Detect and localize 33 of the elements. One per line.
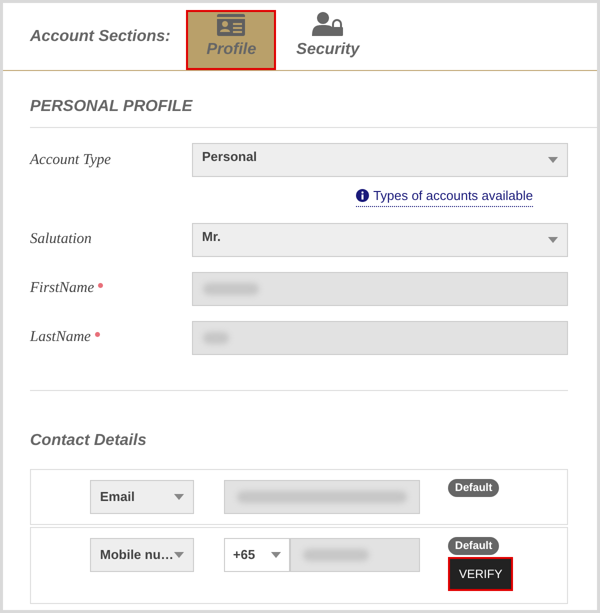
sections-label: Account Sections: (30, 27, 170, 47)
blurred-value (203, 282, 259, 294)
verify-button[interactable]: VERIFY (448, 557, 514, 591)
section-heading: Contact Details (30, 430, 148, 450)
required-icon (98, 283, 104, 288)
country-code-select[interactable]: +65 (224, 538, 290, 572)
contact-type-select[interactable]: Mobile nu… (90, 538, 194, 572)
section-heading: PERSONAL PROFILE (30, 71, 597, 128)
info-icon (356, 189, 370, 202)
select-field[interactable]: Personal (192, 143, 568, 177)
field-label: Account Type (30, 150, 112, 170)
caret-icon (174, 552, 184, 558)
required-icon (94, 332, 100, 337)
blurred-value (203, 332, 229, 344)
default-badge: Default (448, 536, 500, 555)
id-card-icon (217, 14, 246, 36)
contact-type-select[interactable]: Email (90, 480, 194, 514)
field-label: FirstName (30, 277, 192, 300)
input-field[interactable] (192, 320, 568, 354)
user-lock-icon (312, 12, 344, 36)
caret-icon (548, 236, 558, 242)
input-field[interactable] (290, 538, 420, 572)
select-field[interactable]: Mr. (192, 222, 568, 256)
input-field[interactable] (192, 272, 568, 306)
accounts-link[interactable]: Types of accounts available (356, 186, 533, 206)
default-badge: Default (448, 478, 500, 497)
field-label: LastName (30, 326, 192, 349)
caret-icon (548, 157, 558, 163)
blurred-value (303, 548, 369, 560)
caret-icon (271, 552, 281, 558)
input-field[interactable] (224, 480, 420, 514)
caret-icon (174, 494, 184, 500)
field-label: Salutation (30, 230, 93, 250)
